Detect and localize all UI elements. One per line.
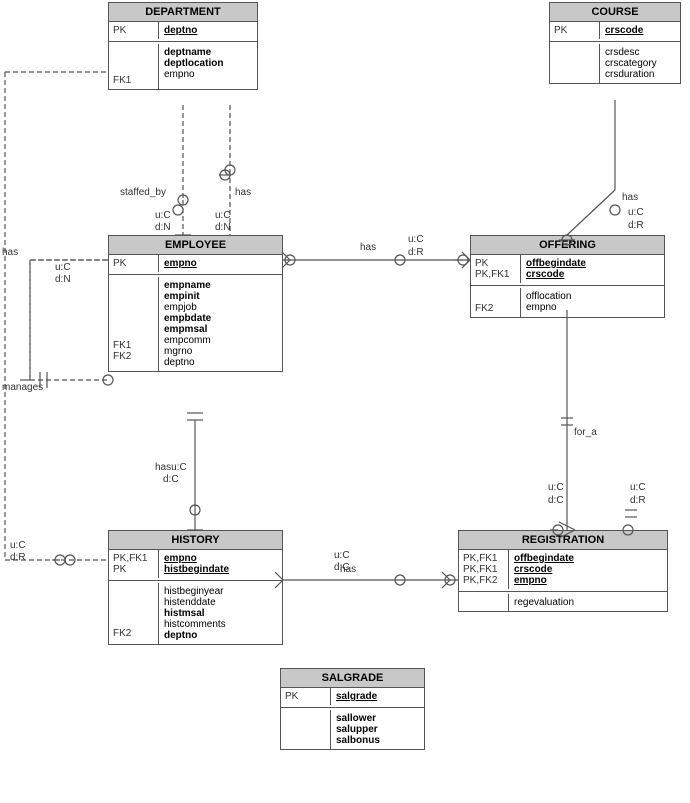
off-pk-label: PK <box>475 258 516 269</box>
emp-attr-empname: empname <box>164 280 211 291</box>
reg-attr-regevaluation: regevaluation <box>514 597 574 608</box>
reg-pkfk2-label: PK,FK2 <box>463 575 504 586</box>
course-off-has: has <box>622 192 638 203</box>
has-left-label: has <box>2 247 18 258</box>
reg-pkfk1-label1: PK,FK1 <box>463 553 504 564</box>
offering-entity: OFFERING PK PK,FK1 offbegindate crscode … <box>470 235 665 318</box>
emp-attr-empcomm: empcomm <box>164 335 211 346</box>
emp-attr-empbdate: empbdate <box>164 313 211 324</box>
ucdr-off-reg2: u:C <box>630 482 646 493</box>
dept-fk1-label: FK1 <box>113 75 154 86</box>
dept-pk-attr: deptno <box>164 25 197 36</box>
department-title: DEPARTMENT <box>109 3 257 22</box>
sal-attr-sallower: sallower <box>336 713 380 724</box>
off-pkfk1-label: PK,FK1 <box>475 269 516 280</box>
ucdr-emp-off2: d:R <box>408 247 424 258</box>
course-attr-crscategory: crscategory <box>605 58 657 69</box>
hasu-label: hasu:C <box>155 462 187 473</box>
course-title: COURSE <box>550 3 680 22</box>
ucd-has-dept: u:C <box>215 210 231 221</box>
emp-pk-label: PK <box>113 258 154 269</box>
hasu-dc: d:C <box>163 474 179 485</box>
off-pk-attr2: crscode <box>526 269 586 280</box>
emp-pk-attr: empno <box>164 258 197 269</box>
erd-diagram: COURSE PK crscode crsdesc crscategory cr… <box>0 0 690 803</box>
history-entity: HISTORY PK,FK1 PK empno histbegindate FK… <box>108 530 283 645</box>
hist-pk-label: PK <box>113 564 154 575</box>
reg-pk-attr2: crscode <box>514 564 574 575</box>
employee-entity: EMPLOYEE PK empno FK1 FK2 empname empini… <box>108 235 283 372</box>
ucdc-off-reg: u:C <box>548 482 564 493</box>
course-pk-label: PK <box>554 25 595 36</box>
salgrade-title: SALGRADE <box>281 669 424 688</box>
hist-pkfk1-label: PK,FK1 <box>113 553 154 564</box>
emp-attr-deptno: deptno <box>164 357 211 368</box>
history-title: HISTORY <box>109 531 282 550</box>
hist-attr-deptno: deptno <box>164 630 226 641</box>
uc-manages: u:C <box>55 262 71 273</box>
hist-attr-histmsal: histmsal <box>164 608 226 619</box>
emp-attr-empmsal: empmsal <box>164 324 211 335</box>
sal-pk-attr: salgrade <box>336 691 377 702</box>
hist-reg-has-label: has <box>340 564 356 575</box>
dept-attr-empno: empno <box>164 69 223 80</box>
dept-pk-label: PK <box>113 25 154 36</box>
manages-label: manages <box>2 382 43 393</box>
dept-emp-has-label: has <box>235 187 251 198</box>
course-attr-crsduration: crsduration <box>605 69 657 80</box>
ucdr-left-loop: u:C <box>10 540 26 551</box>
offering-title: OFFERING <box>471 236 664 255</box>
ucdr-emp-off: u:C <box>408 234 424 245</box>
off-pk-attr1: offbegindate <box>526 258 586 269</box>
hist-pk-attr1: empno <box>164 553 229 564</box>
ucdr-left-loop2: d:R <box>10 552 26 563</box>
course-pk-attr: crscode <box>605 25 643 36</box>
udn-staffedby: d:N <box>155 222 171 233</box>
course-attr-crsdesc: crsdesc <box>605 47 657 58</box>
emp-attr-empjob: empjob <box>164 302 211 313</box>
hist-attr-histbeginyear: histbeginyear <box>164 586 226 597</box>
hist-fk2-label: FK2 <box>113 628 154 639</box>
ucdc-hist-reg2: d:C <box>334 562 350 573</box>
emp-off-has-label: has <box>360 242 376 253</box>
employee-title: EMPLOYEE <box>109 236 282 255</box>
dr-course: d:R <box>628 220 644 231</box>
ucdc-hist-reg: u:C <box>334 550 350 561</box>
emp-attr-mgrno: mgrno <box>164 346 211 357</box>
emp-fk1-label: FK1 <box>113 340 154 351</box>
ucdr-off-reg3: d:R <box>630 495 646 506</box>
course-entity: COURSE PK crscode crsdesc crscategory cr… <box>549 2 681 84</box>
sal-pk-label: PK <box>285 691 326 702</box>
dn-manages: d:N <box>55 274 71 285</box>
reg-pk-attr1: offbegindate <box>514 553 574 564</box>
uc-course: u:C <box>628 207 644 218</box>
ucd-staffedby: u:C <box>155 210 171 221</box>
off-attr-empno: empno <box>526 302 571 313</box>
reg-pk-attr3: empno <box>514 575 574 586</box>
hist-attr-histcomments: histcomments <box>164 619 226 630</box>
off-fk2-label: FK2 <box>475 303 516 314</box>
sal-attr-salupper: salupper <box>336 724 380 735</box>
dept-attr-deptname: deptname <box>164 47 223 58</box>
salgrade-entity: SALGRADE PK salgrade sallower salupper s… <box>280 668 425 750</box>
department-entity: DEPARTMENT PK deptno FK1 deptname deptlo… <box>108 2 258 90</box>
reg-pkfk1-label2: PK,FK1 <box>463 564 504 575</box>
hist-attr-histenddate: histenddate <box>164 597 226 608</box>
off-attr-offlocation: offlocation <box>526 291 571 302</box>
staffed-by-label: staffed_by <box>120 187 166 198</box>
for-a-label: for_a <box>574 427 597 438</box>
registration-title: REGISTRATION <box>459 531 667 550</box>
ucdc-off-reg2: d:C <box>548 495 564 506</box>
hist-pk-attr2: histbegindate <box>164 564 229 575</box>
emp-attr-empinit: empinit <box>164 291 211 302</box>
sal-attr-salbonus: salbonus <box>336 735 380 746</box>
emp-fk2-label: FK2 <box>113 351 154 362</box>
udn-has-dept: d:N <box>215 222 231 233</box>
dept-attr-deptlocation: deptlocation <box>164 58 223 69</box>
registration-entity: REGISTRATION PK,FK1 PK,FK1 PK,FK2 offbeg… <box>458 530 668 612</box>
